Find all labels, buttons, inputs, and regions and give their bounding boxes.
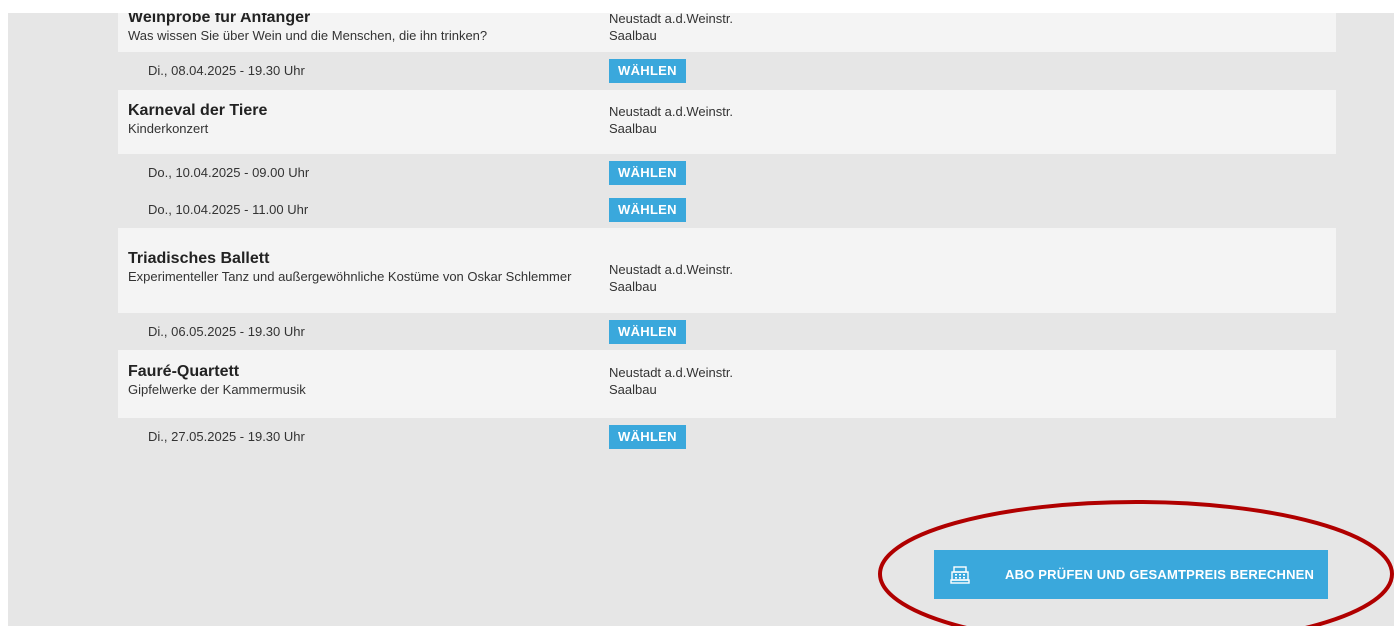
date-row: Di., 27.05.2025 - 19.30 Uhr WÄHLEN xyxy=(118,418,1336,455)
venue-city: Neustadt a.d.Weinstr. xyxy=(609,104,734,119)
check-abo-calculate-price-button[interactable]: ABO PRÜFEN UND GESAMTPREIS BERECHNEN xyxy=(934,550,1328,599)
date-label: Do., 10.04.2025 - 09.00 Uhr xyxy=(148,165,310,180)
calc-button-label: ABO PRÜFEN UND GESAMTPREIS BERECHNEN xyxy=(1005,567,1315,582)
venue-city: Neustadt a.d.Weinstr. xyxy=(609,262,734,277)
event-venue: Neustadt a.d.Weinstr. Saalbau xyxy=(609,261,733,295)
event-venue: Neustadt a.d.Weinstr. Saalbau xyxy=(609,103,733,137)
venue-city: Neustadt a.d.Weinstr. xyxy=(609,365,734,380)
choose-date-button[interactable]: WÄHLEN xyxy=(609,425,686,449)
date-row: Di., 06.05.2025 - 19.30 Uhr WÄHLEN xyxy=(118,313,1336,350)
event-list: Weinprobe für Anfänger Was wissen Sie üb… xyxy=(118,13,1336,455)
choose-date-button[interactable]: WÄHLEN xyxy=(609,59,686,83)
date-row: Di., 08.04.2025 - 19.30 Uhr WÄHLEN xyxy=(118,52,1336,90)
date-row: Do., 10.04.2025 - 11.00 Uhr WÄHLEN xyxy=(118,191,1336,228)
event-title: Weinprobe für Anfänger xyxy=(128,13,311,26)
date-label: Do., 10.04.2025 - 11.00 Uhr xyxy=(148,202,309,217)
event-subtitle: Kinderkonzert xyxy=(128,121,209,136)
venue-hall: Saalbau xyxy=(609,28,657,43)
choose-date-button[interactable]: WÄHLEN xyxy=(609,198,686,222)
date-label: Di., 08.04.2025 - 19.30 Uhr xyxy=(148,63,305,78)
venue-city: Neustadt a.d.Weinstr. xyxy=(609,13,734,26)
event-venue: Neustadt a.d.Weinstr. Saalbau xyxy=(609,364,733,398)
date-label: Di., 06.05.2025 - 19.30 Uhr xyxy=(148,324,305,339)
choose-date-button[interactable]: WÄHLEN xyxy=(609,161,686,185)
venue-hall: Saalbau xyxy=(609,279,657,294)
event-title: Triadisches Ballett xyxy=(128,250,270,267)
choose-date-button[interactable]: WÄHLEN xyxy=(609,320,686,344)
event-subtitle: Was wissen Sie über Wein und die Mensche… xyxy=(128,28,488,43)
event-header: Weinprobe für Anfänger Was wissen Sie üb… xyxy=(118,13,1336,52)
date-row: Do., 10.04.2025 - 09.00 Uhr WÄHLEN xyxy=(118,154,1336,191)
cash-register-icon xyxy=(950,565,970,584)
event-venue: Neustadt a.d.Weinstr. Saalbau xyxy=(609,13,733,44)
event-subtitle: Gipfelwerke der Kammermusik xyxy=(128,382,306,397)
event-header: Triadisches Ballett Experimenteller Tanz… xyxy=(118,228,1336,313)
abo-selection-panel: Weinprobe für Anfänger Was wissen Sie üb… xyxy=(8,13,1394,626)
event-title: Fauré-Quartett xyxy=(128,363,240,380)
event-header: Karneval der Tiere Kinderkonzert Neustad… xyxy=(118,90,1336,154)
event-title: Karneval der Tiere xyxy=(128,102,268,119)
venue-hall: Saalbau xyxy=(609,121,657,136)
event-header: Fauré-Quartett Gipfelwerke der Kammermus… xyxy=(118,350,1336,418)
venue-hall: Saalbau xyxy=(609,382,657,397)
event-subtitle: Experimenteller Tanz und außergewöhnlich… xyxy=(128,269,572,284)
date-label: Di., 27.05.2025 - 19.30 Uhr xyxy=(148,429,305,444)
